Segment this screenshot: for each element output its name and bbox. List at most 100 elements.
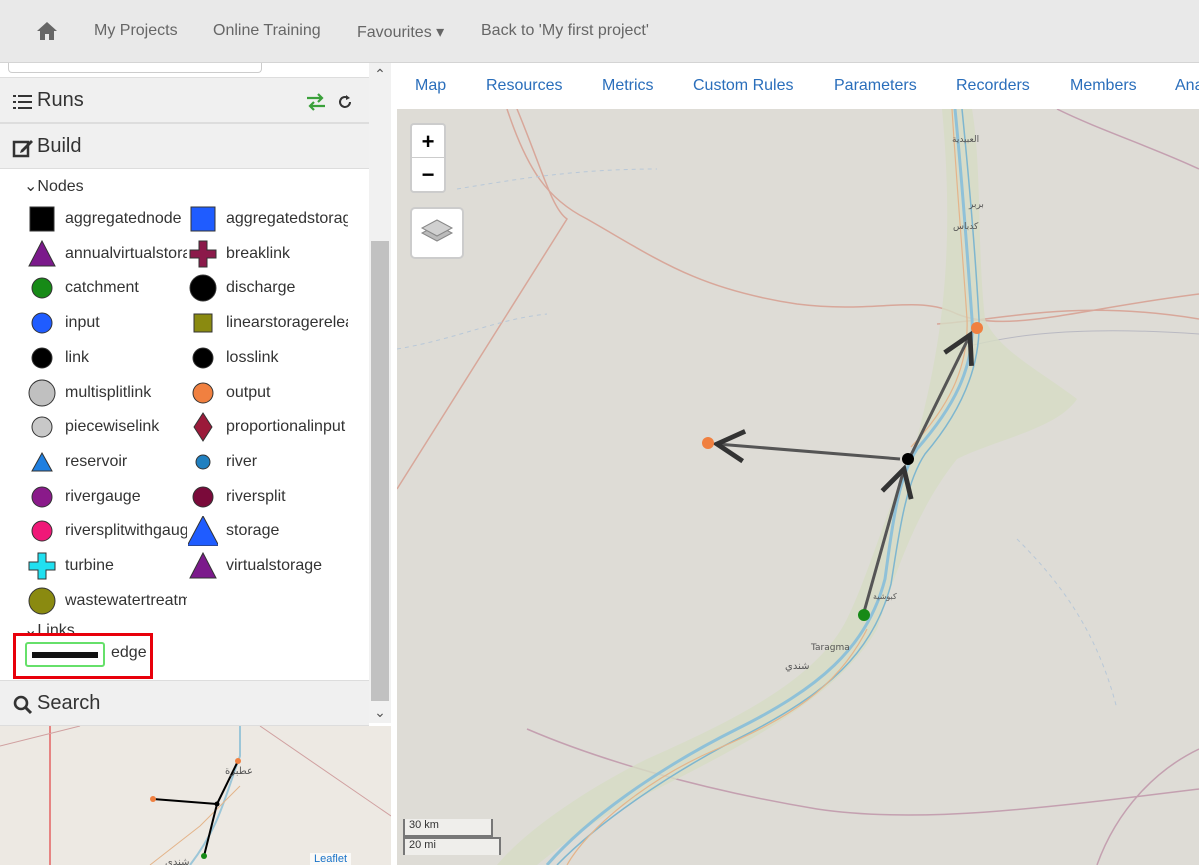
node-type-breaklink[interactable]: breaklink	[188, 239, 348, 269]
scroll-up-icon[interactable]: ⌃	[373, 67, 387, 81]
node-type-discharge[interactable]: discharge	[188, 273, 348, 303]
edit-icon	[12, 140, 33, 158]
scrollbar-thumb[interactable]	[371, 241, 389, 701]
circle-icon	[31, 520, 53, 542]
node-type-label: aggregatednode	[65, 210, 182, 227]
node-type-label: multisplitlink	[65, 383, 152, 401]
triangle-icon	[31, 451, 53, 472]
node-type-wastewatertreatment[interactable]: wastewatertreatment	[27, 586, 187, 616]
scale-mi: 20 mi	[403, 837, 501, 855]
circle-icon	[195, 454, 211, 470]
leaflet-attribution-link[interactable]: Leaflet	[309, 853, 351, 865]
output-node[interactable]	[971, 322, 983, 334]
node-type-label: turbine	[65, 557, 114, 574]
scroll-down-icon[interactable]: ⌄	[373, 705, 387, 719]
node-type-label: discharge	[226, 279, 296, 297]
tab-analysis[interactable]: Ana	[1175, 77, 1199, 95]
nodes-section-toggle[interactable]: ⌄Nodes	[24, 176, 84, 196]
node-type-piecewiselink[interactable]: piecewiselink	[27, 412, 187, 442]
node-type-label: reservoir	[65, 452, 128, 470]
catchment-node[interactable]	[858, 609, 870, 621]
node-type-virtualstorage[interactable]: virtualstorage	[188, 551, 348, 581]
nav-back-to-project[interactable]: Back to 'My first project'	[481, 22, 649, 40]
minimap-place-label: شندي	[165, 857, 189, 865]
refresh-icon[interactable]	[337, 94, 353, 110]
node-type-riversplitwithgauge[interactable]: riversplitwithgauge	[27, 516, 187, 546]
tab-parameters[interactable]: Parameters	[834, 77, 917, 95]
circle-icon	[192, 382, 214, 403]
tab-resources[interactable]: Resources	[486, 77, 562, 95]
network-edge[interactable]	[712, 429, 901, 464]
triangle-icon	[28, 239, 56, 267]
home-icon[interactable]	[36, 21, 58, 41]
node-type-annualvirtualstorage[interactable]: annualvirtualstorage	[27, 239, 187, 269]
runs-panel-header[interactable]: Runs	[0, 77, 369, 123]
nodes-heading: Nodes	[37, 178, 84, 195]
layers-icon	[420, 219, 454, 242]
list-icon	[13, 95, 32, 109]
node-type-label: riversplitwithgauge	[65, 522, 187, 540]
network-map[interactable]: العبيدية بربر كدباس Taragma شندي كبوشية …	[397, 109, 1199, 865]
node-type-aggregatedstorage[interactable]: aggregatedstorage	[188, 204, 348, 234]
edge-label: edge	[111, 644, 147, 661]
node-type-riversplit[interactable]: riversplit	[188, 482, 348, 512]
main-content: Map Resources Metrics Custom Rules Param…	[397, 63, 1199, 865]
cross-icon	[189, 240, 217, 268]
circle-icon	[31, 486, 53, 508]
node-type-catchment[interactable]: catchment	[27, 273, 187, 303]
zoom-in-button[interactable]: +	[412, 125, 444, 158]
node-type-output[interactable]: output	[188, 378, 348, 408]
edge-icon	[25, 642, 105, 667]
map-place-label: كبوشية	[873, 592, 897, 601]
node-type-rivergauge[interactable]: rivergauge	[27, 482, 187, 512]
swap-icon[interactable]	[305, 93, 327, 111]
node-type-aggregatednode[interactable]: aggregatednode	[27, 204, 187, 234]
layers-button[interactable]	[410, 207, 464, 259]
map-place-label: بربر	[968, 200, 984, 210]
node-type-proportionalinput[interactable]: proportionalinput	[188, 412, 348, 443]
node-type-label: storage	[226, 522, 280, 540]
zoom-control: + −	[410, 123, 446, 193]
tab-custom-rules[interactable]: Custom Rules	[693, 77, 793, 95]
nav-online-training[interactable]: Online Training	[213, 22, 321, 40]
edge-link-item[interactable]: edge	[13, 633, 153, 679]
node-type-label: annualvirtualstorage	[65, 244, 187, 262]
node-type-storage[interactable]: storage	[188, 516, 348, 547]
tab-metrics[interactable]: Metrics	[602, 77, 654, 95]
left-sidebar: Runs Build ⌄Nodes aggregatednode aggregat…	[0, 63, 391, 865]
node-type-input[interactable]: input	[27, 308, 187, 338]
node-type-label: wastewatertreatment	[65, 591, 187, 609]
minimap[interactable]: عطبرة شندي Leaflet	[0, 726, 391, 865]
scale-km: 30 km	[403, 819, 493, 837]
minimap-canvas[interactable]: عطبرة شندي	[0, 726, 391, 865]
node-type-reservoir[interactable]: reservoir	[27, 447, 187, 477]
sidebar-scrollbar[interactable]: ⌃ ⌄	[369, 63, 391, 723]
nav-my-projects[interactable]: My Projects	[94, 22, 178, 40]
node-type-linearstoragerelease[interactable]: linearstoragerelease	[188, 308, 348, 338]
links-section-toggle[interactable]: ⌄Links	[24, 620, 75, 634]
square-icon	[29, 206, 55, 232]
node-type-multisplitlink[interactable]: multisplitlink	[27, 378, 187, 408]
zoom-out-button[interactable]: −	[412, 158, 444, 191]
node-type-label: rivergauge	[65, 487, 141, 505]
toolbar-stub	[8, 63, 262, 73]
nav-favourites-dropdown[interactable]: Favourites ▾	[357, 22, 444, 42]
node-type-river[interactable]: river	[188, 447, 348, 477]
node-type-label: virtualstorage	[226, 557, 323, 574]
node-type-turbine[interactable]: turbine	[27, 551, 187, 581]
map-canvas[interactable]: العبيدية بربر كدباس Taragma شندي كبوشية	[397, 109, 1199, 865]
build-title: Build	[37, 135, 82, 157]
tab-map[interactable]: Map	[415, 77, 446, 95]
node-type-link[interactable]: link	[27, 343, 187, 373]
circle-icon	[31, 312, 53, 334]
tab-members[interactable]: Members	[1070, 77, 1137, 95]
link-node[interactable]	[902, 453, 914, 465]
output-node[interactable]	[702, 437, 714, 449]
node-type-losslink[interactable]: losslink	[188, 343, 348, 373]
build-panel-header[interactable]: Build	[0, 123, 369, 169]
map-place-label: Taragma	[810, 643, 850, 653]
map-place-label: شندي	[785, 661, 809, 672]
tab-recorders[interactable]: Recorders	[956, 77, 1030, 95]
runs-title: Runs	[37, 89, 84, 111]
search-panel-header[interactable]: Search	[0, 680, 369, 726]
